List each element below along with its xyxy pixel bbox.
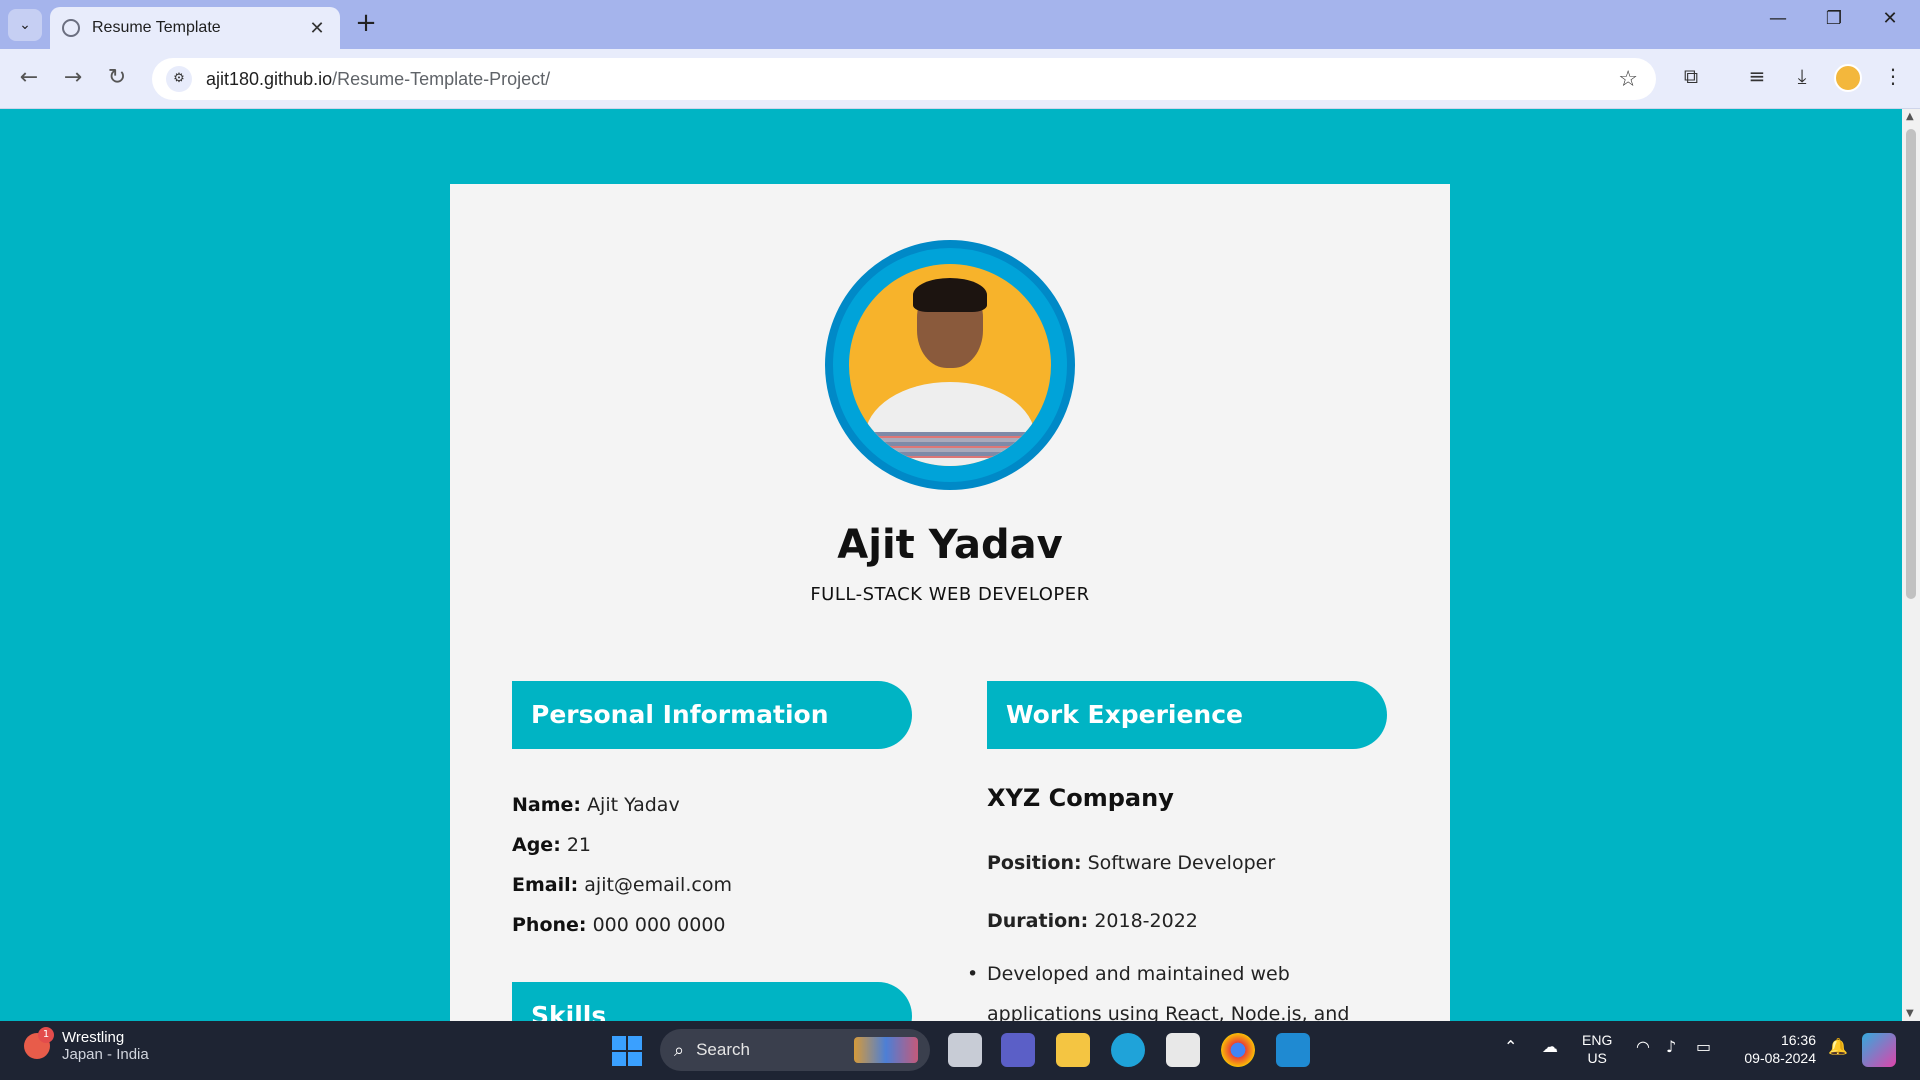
back-button[interactable]: ←: [14, 65, 44, 90]
clock-time: 16:36: [1780, 1032, 1816, 1048]
copilot-icon[interactable]: [1862, 1033, 1896, 1067]
bookmark-star-icon[interactable]: ☆: [1618, 67, 1638, 92]
vscode-icon[interactable]: [1276, 1033, 1310, 1067]
menu-dots-icon[interactable]: ⋮: [1878, 64, 1908, 94]
media-control-icon[interactable]: ≡: [1742, 64, 1772, 94]
widget-subtitle: Japan - India: [62, 1046, 149, 1063]
search-icon: ⌕: [674, 1039, 685, 1061]
profile-avatar[interactable]: [1834, 64, 1862, 92]
download-icon[interactable]: ⤓: [1787, 64, 1817, 94]
task-view-icon[interactable]: [948, 1033, 982, 1067]
start-button[interactable]: [612, 1036, 642, 1066]
taskbar-search[interactable]: ⌕ Search: [660, 1029, 930, 1071]
info-age: Age: 21: [512, 834, 592, 856]
search-highlight-image: [854, 1037, 918, 1063]
url-path: /Resume-Template-Project/: [332, 68, 551, 89]
tab-title: Resume Template: [92, 19, 221, 36]
page-scrollbar[interactable]: ▲ ▼: [1902, 109, 1920, 1021]
microsoft-store-icon[interactable]: [1166, 1033, 1200, 1067]
resume-card: Ajit Yadav FULL-STACK WEB DEVELOPER Pers…: [450, 184, 1450, 1021]
scroll-down-icon[interactable]: ▼: [1906, 1008, 1914, 1019]
globe-icon: [62, 19, 80, 37]
chrome-icon[interactable]: [1221, 1033, 1255, 1067]
clock-date: 09-08-2024: [1744, 1050, 1816, 1066]
work-duration: Duration: 2018-2022: [987, 910, 1198, 932]
wifi-icon[interactable]: ◠: [1636, 1037, 1650, 1056]
new-tab-button[interactable]: +: [352, 10, 380, 38]
news-icon: 1: [24, 1027, 54, 1059]
chevron-down-icon: ⌄: [19, 17, 31, 33]
minimize-button[interactable]: —: [1758, 8, 1798, 29]
weather-widget[interactable]: 1 Wrestling Japan - India: [24, 1027, 149, 1063]
info-name: Name: Ajit Yadav: [512, 794, 680, 816]
battery-icon[interactable]: ▭: [1696, 1037, 1711, 1056]
work-bullet-line-2: applications using React, Node.js, and: [987, 1003, 1350, 1021]
profile-photo-frame: [825, 240, 1075, 490]
restore-button[interactable]: ❐: [1814, 8, 1854, 29]
extensions-icon[interactable]: ⧉: [1676, 64, 1706, 94]
profile-photo: [849, 264, 1051, 466]
close-tab-icon[interactable]: ✕: [306, 18, 328, 39]
notification-bell-icon[interactable]: 🔔: [1828, 1037, 1848, 1056]
browser-toolbar: ← → ↻ ⚙ ajit180.github.io /Resume-Templa…: [0, 49, 1920, 109]
resume-role: FULL-STACK WEB DEVELOPER: [810, 584, 1090, 605]
teams-icon[interactable]: [1001, 1033, 1035, 1067]
address-bar[interactable]: ⚙ ajit180.github.io /Resume-Template-Pro…: [152, 58, 1656, 100]
reload-button[interactable]: ↻: [102, 65, 132, 90]
tab-strip: ⌄ Resume Template ✕ + — ❐ ✕: [0, 0, 1920, 49]
show-hidden-icons[interactable]: ⌃: [1504, 1037, 1517, 1056]
search-label: Search: [696, 1040, 750, 1059]
volume-icon[interactable]: ♪: [1666, 1037, 1676, 1056]
info-email: Email: ajit@email.com: [512, 874, 732, 896]
scroll-up-icon[interactable]: ▲: [1906, 111, 1914, 122]
file-explorer-icon[interactable]: [1056, 1033, 1090, 1067]
tab-search-button[interactable]: ⌄: [8, 9, 42, 41]
onedrive-icon[interactable]: ☁: [1542, 1037, 1558, 1056]
work-position: Position: Software Developer: [987, 852, 1276, 874]
personal-info-heading: Personal Information: [512, 681, 912, 749]
widget-title: Wrestling: [62, 1029, 125, 1046]
company-name: XYZ Company: [987, 784, 1174, 812]
scrollbar-thumb[interactable]: [1906, 129, 1916, 599]
language-indicator[interactable]: ENG US: [1582, 1031, 1612, 1067]
resume-name: Ajit Yadav: [837, 522, 1063, 568]
info-phone: Phone: 000 000 0000: [512, 914, 726, 936]
edge-icon[interactable]: [1111, 1033, 1145, 1067]
windows-taskbar: 1 Wrestling Japan - India ⌕ Search ⌃ ☁ E…: [0, 1021, 1920, 1080]
work-bullet-list: • Developed and maintained web applicati…: [967, 954, 1407, 1021]
notification-badge: 1: [38, 1027, 54, 1043]
tab-resume-template[interactable]: Resume Template ✕: [50, 7, 340, 49]
url-host: ajit180.github.io: [206, 68, 333, 89]
work-experience-heading: Work Experience: [987, 681, 1387, 749]
work-bullet-line-1: Developed and maintained web: [987, 963, 1290, 985]
site-info-icon[interactable]: ⚙: [166, 66, 192, 92]
skills-heading: Skills: [512, 982, 912, 1021]
system-clock[interactable]: 16:36 09-08-2024: [1732, 1031, 1816, 1067]
close-window-button[interactable]: ✕: [1870, 8, 1910, 29]
forward-button[interactable]: →: [58, 65, 88, 90]
